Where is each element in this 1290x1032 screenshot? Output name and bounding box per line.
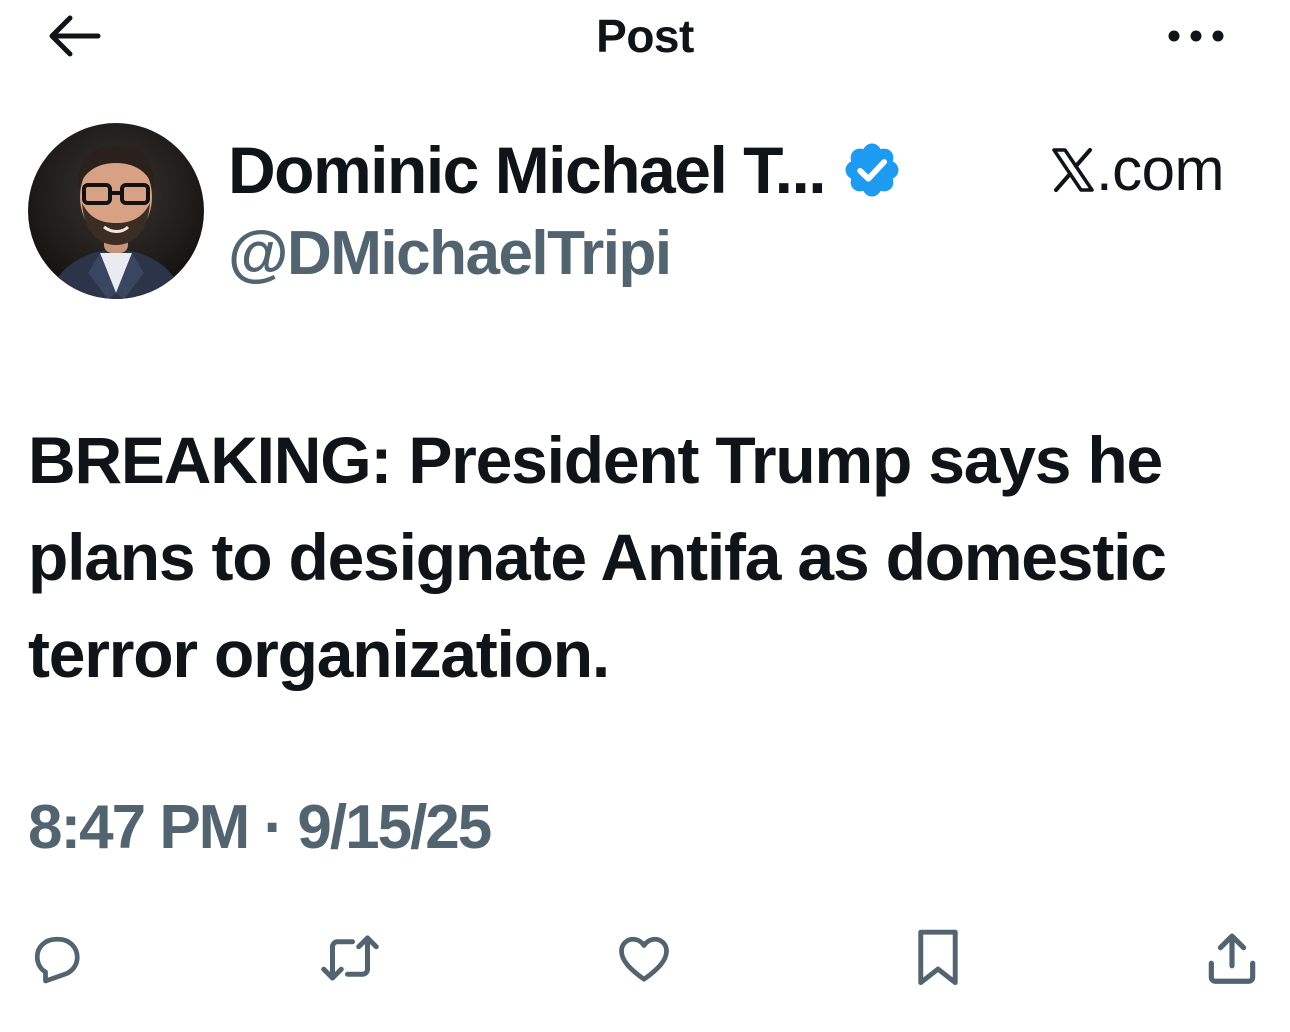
author-avatar[interactable]: [28, 123, 204, 299]
source-link[interactable]: .com: [1050, 134, 1225, 206]
heart-icon: [614, 928, 674, 988]
author-display-name[interactable]: Dominic Michael T...: [228, 132, 827, 208]
like-button[interactable]: [606, 920, 682, 996]
post-timestamp[interactable]: 8:47 PM · 9/15/25: [28, 790, 492, 866]
reply-button[interactable]: [18, 920, 94, 996]
more-horizontal-icon: [1166, 29, 1226, 43]
bookmark-icon: [908, 926, 968, 990]
source-label: .com: [1095, 136, 1225, 203]
reply-icon: [26, 928, 86, 988]
repost-icon: [317, 928, 383, 988]
action-bar: [0, 920, 1290, 996]
share-button[interactable]: [1194, 920, 1270, 996]
top-bar: Post: [0, 0, 1290, 72]
repost-button[interactable]: [312, 920, 388, 996]
share-icon: [1201, 927, 1263, 989]
x-logo-icon: [1050, 147, 1096, 193]
more-options-button[interactable]: [1160, 14, 1232, 58]
author-handle[interactable]: @DMichaelTripi: [228, 218, 672, 290]
post-text: BREAKING: President Trump says he plans …: [28, 423, 1167, 691]
author-name-row: Dominic Michael T...: [228, 132, 903, 208]
page-title: Post: [596, 10, 694, 62]
bookmark-button[interactable]: [900, 920, 976, 996]
verified-badge-icon: [841, 139, 903, 201]
